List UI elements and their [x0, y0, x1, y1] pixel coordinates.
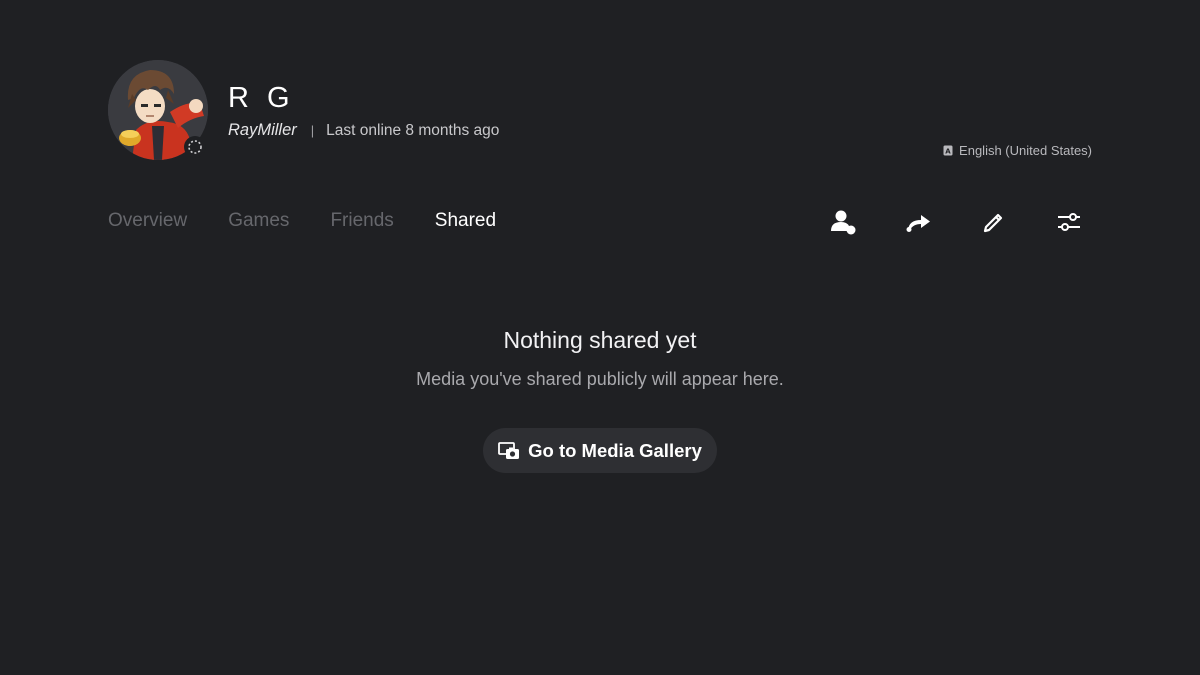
- share-button[interactable]: [901, 204, 937, 240]
- empty-state-title: Nothing shared yet: [503, 327, 697, 353]
- edit-pencil-icon: [983, 213, 1003, 233]
- friend-request-icon: [831, 210, 856, 235]
- profile-tabs: Overview Games Friends Shared: [108, 210, 496, 232]
- go-to-media-gallery-button[interactable]: Go to Media Gallery: [483, 428, 717, 473]
- display-name: R G: [228, 82, 295, 114]
- tab-shared[interactable]: Shared: [435, 210, 496, 232]
- options-sliders-icon: [1058, 213, 1080, 231]
- offline-status-icon: [188, 140, 202, 154]
- online-id: RayMiller: [228, 121, 297, 139]
- online-status-indicator: [184, 136, 206, 158]
- last-online-text: Last online 8 months ago: [326, 121, 500, 139]
- separator: |: [310, 123, 315, 138]
- tab-friends[interactable]: Friends: [330, 210, 393, 232]
- language-label: English (United States): [959, 143, 1092, 158]
- tab-overview[interactable]: Overview: [108, 210, 187, 232]
- media-gallery-label: Go to Media Gallery: [528, 439, 702, 461]
- empty-state-subtitle: Media you've shared publicly will appear…: [416, 369, 784, 389]
- profile-subline: RayMiller | Last online 8 months ago: [228, 121, 499, 140]
- friend-request-button[interactable]: [826, 204, 862, 240]
- tab-games[interactable]: Games: [228, 210, 289, 232]
- edit-profile-button[interactable]: [976, 204, 1012, 240]
- media-gallery-icon: [498, 441, 520, 459]
- share-icon: [906, 215, 930, 232]
- language-indicator: A English (United States): [943, 143, 1092, 158]
- svg-text:A: A: [945, 148, 951, 156]
- options-button[interactable]: [1051, 204, 1087, 240]
- profile-actions: [826, 204, 1087, 240]
- language-icon: A: [943, 145, 953, 156]
